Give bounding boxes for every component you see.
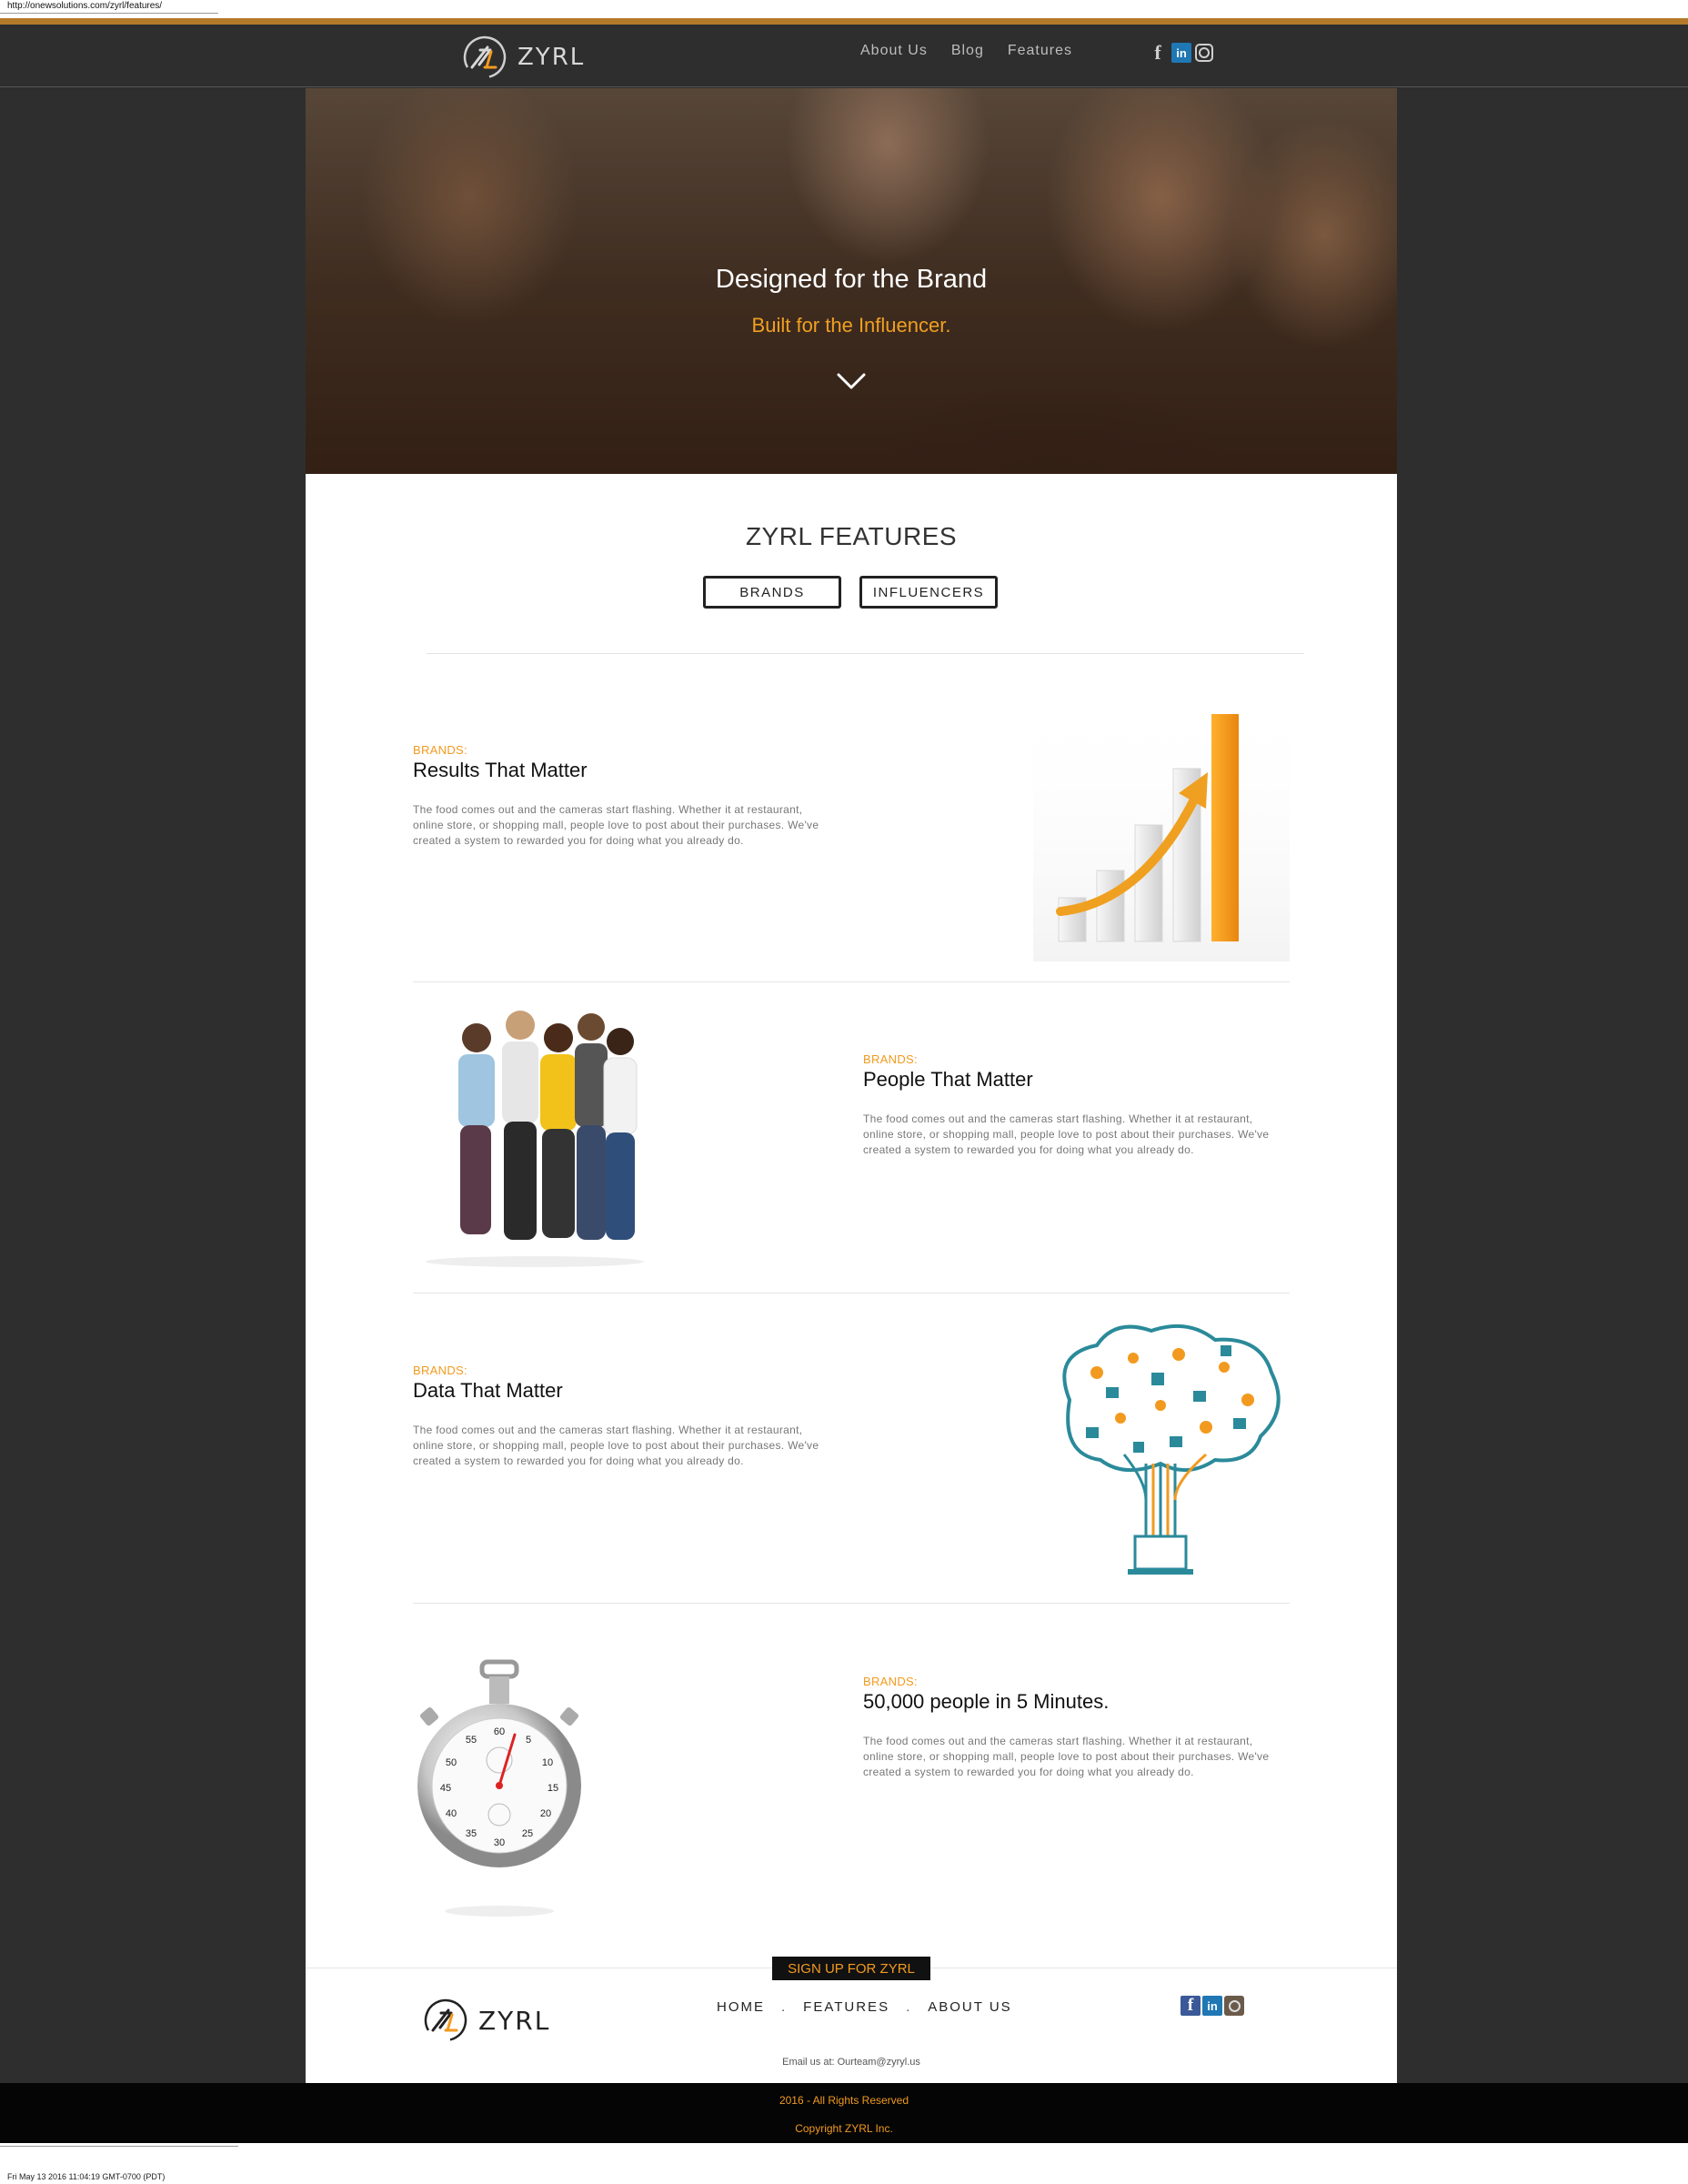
signup-button[interactable]: SIGN UP FOR ZYRL bbox=[772, 1957, 930, 1980]
contact-email[interactable]: Email us at: Ourteam@zyryl.us bbox=[306, 2057, 1397, 2068]
feature-eyebrow: BRANDS: bbox=[413, 743, 467, 757]
nav-features[interactable]: Features bbox=[1008, 43, 1072, 59]
features-section: ZYRL FEATURES BRANDS INFLUENCERS BRANDS:… bbox=[306, 474, 1397, 2083]
feature-title: People That Matter bbox=[863, 1068, 1033, 1091]
stopwatch-number: 50 bbox=[446, 1757, 457, 1768]
header-brand-name: ZYRL bbox=[517, 44, 586, 71]
hero-banner: Designed for the Brand Built for the Inf… bbox=[306, 88, 1397, 474]
footer-nav-home[interactable]: HOME bbox=[717, 1999, 765, 2015]
stopwatch-image: 60 5 10 15 20 25 30 35 40 45 50 55 bbox=[417, 1659, 581, 1917]
footer-nav-separator: . bbox=[781, 1999, 788, 2015]
section-divider bbox=[427, 653, 1304, 654]
feature-title: Data That Matter bbox=[413, 1379, 563, 1402]
growth-chart-image bbox=[1033, 689, 1290, 961]
rights-text: 2016 - All Rights Reserved bbox=[779, 2094, 909, 2107]
stopwatch-number: 15 bbox=[548, 1783, 558, 1794]
influencers-tab-button[interactable]: INFLUENCERS bbox=[859, 576, 998, 609]
instagram-icon[interactable] bbox=[1224, 1996, 1244, 2016]
feature-eyebrow: BRANDS: bbox=[413, 1364, 467, 1377]
features-title: ZYRL FEATURES bbox=[745, 522, 958, 550]
feature-description: The food comes out and the cameras start… bbox=[413, 1424, 819, 1467]
header-social-links: f in bbox=[1148, 41, 1213, 64]
stopwatch-number: 40 bbox=[446, 1808, 457, 1819]
linkedin-icon[interactable]: in bbox=[1202, 1996, 1222, 2016]
stopwatch-number: 20 bbox=[540, 1808, 551, 1819]
facebook-icon[interactable]: f bbox=[1148, 41, 1168, 64]
nav-blog[interactable]: Blog bbox=[951, 43, 984, 59]
stopwatch-number: 55 bbox=[466, 1735, 477, 1746]
hero-title: Designed for the Brand bbox=[715, 265, 988, 294]
footer-nav-separator: . bbox=[906, 1999, 912, 2015]
stopwatch-number: 5 bbox=[526, 1735, 531, 1746]
footer-nav: HOME . FEATURES . ABOUT US bbox=[717, 1999, 1012, 2015]
feature-description: The food comes out and the cameras start… bbox=[863, 1735, 1270, 1778]
header-logo[interactable]: ZYRL bbox=[461, 34, 585, 81]
linkedin-icon[interactable]: in bbox=[1171, 43, 1191, 63]
feature-title: 50,000 people in 5 Minutes. bbox=[863, 1690, 1110, 1713]
feature-data: BRANDS: Data That Matter The food comes … bbox=[413, 1364, 831, 1469]
stopwatch-number: 60 bbox=[494, 1726, 505, 1737]
row-divider bbox=[413, 981, 1290, 982]
feature-people: BRANDS: People That Matter The food come… bbox=[863, 1052, 1281, 1158]
feature-description: The food comes out and the cameras start… bbox=[413, 803, 819, 847]
footer-nav-about-us[interactable]: ABOUT US bbox=[928, 1999, 1011, 2015]
zyrl-logo-icon bbox=[424, 1998, 467, 2042]
stopwatch-number: 35 bbox=[466, 1828, 477, 1839]
stopwatch-number: 30 bbox=[494, 1837, 505, 1848]
print-timestamp: Fri May 13 2016 11:04:19 GMT-0700 (PDT) bbox=[7, 2172, 166, 2181]
feature-results: BRANDS: Results That Matter The food com… bbox=[413, 743, 831, 849]
row-divider bbox=[413, 1603, 1290, 1604]
feature-speed: BRANDS: 50,000 people in 5 Minutes. The … bbox=[863, 1675, 1281, 1780]
site-header: ZYRL About Us Blog Features f in bbox=[0, 25, 1688, 87]
stopwatch-number: 45 bbox=[440, 1783, 451, 1794]
footer-brand-name: ZYRL bbox=[478, 2005, 551, 2036]
footer-nav-features[interactable]: FEATURES bbox=[803, 1999, 889, 2015]
feature-eyebrow: BRANDS: bbox=[863, 1052, 918, 1066]
hero-subtitle: Built for the Influencer. bbox=[751, 314, 951, 337]
page-url: http://onewsolutions.com/zyrl/features/ bbox=[7, 1, 163, 11]
brands-tab-button[interactable]: BRANDS bbox=[703, 576, 841, 609]
nav-about-us[interactable]: About Us bbox=[860, 43, 928, 59]
main-nav: About Us Blog Features bbox=[860, 43, 1072, 59]
people-group-image bbox=[426, 1011, 644, 1267]
timestamp-divider bbox=[0, 2146, 238, 2147]
stopwatch-number: 25 bbox=[522, 1828, 533, 1839]
feature-description: The food comes out and the cameras start… bbox=[863, 1112, 1270, 1156]
chevron-down-icon[interactable] bbox=[837, 372, 866, 390]
footer-social-links: f in bbox=[1181, 1996, 1244, 2016]
feature-eyebrow: BRANDS: bbox=[863, 1675, 918, 1688]
url-divider bbox=[0, 13, 218, 14]
facebook-icon[interactable]: f bbox=[1181, 1996, 1201, 2016]
footer-logo[interactable]: ZYRL bbox=[422, 1997, 550, 2044]
zyrl-logo-icon bbox=[463, 35, 507, 79]
stopwatch-number: 10 bbox=[542, 1757, 553, 1768]
data-tree-image bbox=[1062, 1323, 1281, 1575]
instagram-icon[interactable] bbox=[1195, 44, 1213, 62]
feature-title: Results That Matter bbox=[413, 759, 588, 781]
copyright-text: Copyright ZYRL Inc. bbox=[795, 2122, 893, 2135]
top-accent-bar bbox=[0, 18, 1688, 25]
